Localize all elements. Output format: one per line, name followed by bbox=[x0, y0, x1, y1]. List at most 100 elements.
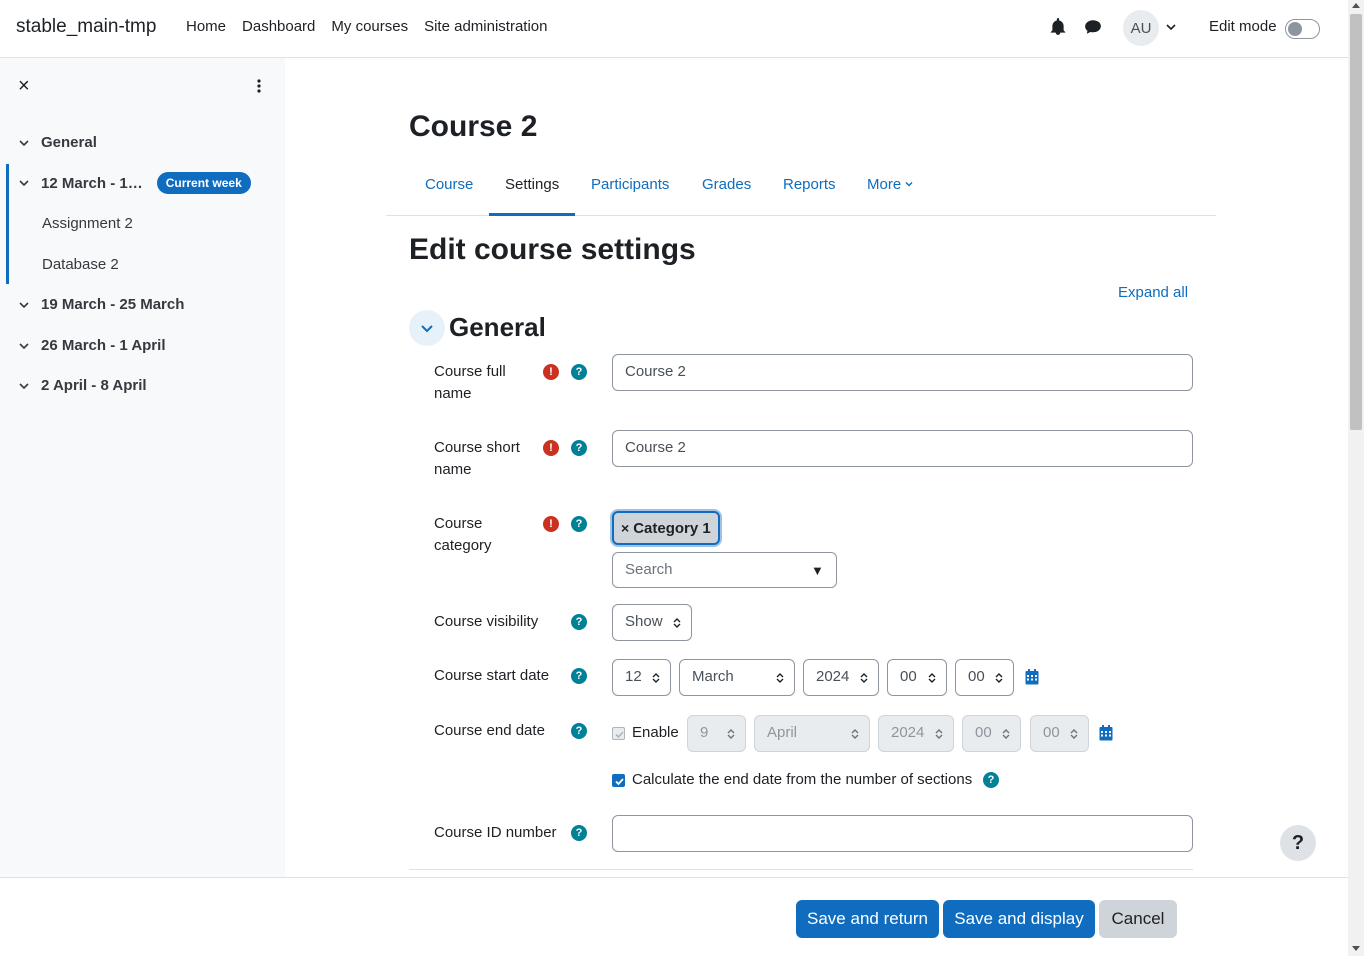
section-title: General bbox=[449, 312, 546, 342]
help-icon[interactable]: ? bbox=[571, 723, 587, 739]
kebab-menu-icon[interactable] bbox=[251, 78, 267, 94]
category-search-input[interactable]: Search bbox=[612, 552, 837, 588]
tab-more-label[interactable]: More bbox=[867, 176, 901, 193]
idnumber-input[interactable] bbox=[612, 815, 1193, 852]
label-line: Course short bbox=[434, 439, 520, 456]
select-value: March bbox=[692, 668, 734, 685]
cancel-button[interactable]: Cancel bbox=[1099, 900, 1177, 938]
primary-navigation: Home Dashboard My courses Site administr… bbox=[186, 18, 564, 35]
select-arrows-icon bbox=[652, 673, 660, 683]
calc-enddate-label: Calculate the end date from the number o… bbox=[632, 771, 973, 788]
save-and-return-button[interactable]: Save and return bbox=[796, 900, 939, 938]
fullname-input[interactable]: Course 2 bbox=[612, 354, 1193, 391]
tab-course[interactable]: Course bbox=[425, 176, 473, 193]
select-value: 00 bbox=[900, 668, 917, 685]
expand-all-link[interactable]: Expand all bbox=[1118, 284, 1188, 301]
chat-bubble-icon[interactable] bbox=[1084, 18, 1102, 36]
enddate-year-select[interactable]: 2024 bbox=[878, 715, 954, 752]
form-divider bbox=[409, 869, 1193, 870]
enddate-month-select[interactable]: April bbox=[754, 715, 870, 752]
label-line: Course bbox=[434, 515, 483, 532]
select-value: Show bbox=[625, 613, 663, 630]
remove-icon[interactable]: × bbox=[621, 520, 629, 536]
startdate-minute-select[interactable]: 00 bbox=[955, 659, 1014, 696]
startdate-year-select[interactable]: 2024 bbox=[803, 659, 879, 696]
chevron-down-icon[interactable] bbox=[18, 340, 30, 352]
enddate-enable-checkbox[interactable] bbox=[612, 727, 625, 740]
shortname-label: Course short name bbox=[434, 437, 520, 481]
chevron-down-icon[interactable] bbox=[18, 177, 30, 189]
calc-enddate-checkbox[interactable] bbox=[612, 774, 625, 787]
chevron-down-icon[interactable] bbox=[18, 137, 30, 149]
tab-settings[interactable]: Settings bbox=[505, 176, 559, 193]
scrollbar-thumb[interactable] bbox=[1350, 14, 1362, 430]
nav-my-courses[interactable]: My courses bbox=[331, 18, 408, 35]
help-icon[interactable]: ? bbox=[571, 668, 587, 684]
select-arrows-icon bbox=[673, 618, 681, 628]
idnumber-label: Course ID number bbox=[434, 824, 557, 841]
tab-grades[interactable]: Grades bbox=[702, 176, 751, 193]
select-arrows-icon bbox=[1002, 729, 1010, 739]
course-index-section-26-march[interactable]: 26 March - 1 April bbox=[18, 337, 165, 354]
help-icon[interactable]: ? bbox=[983, 772, 999, 788]
avatar[interactable]: AU bbox=[1123, 10, 1159, 46]
course-index-item-database[interactable]: Database 2 bbox=[42, 256, 119, 273]
startdate-day-select[interactable]: 12 bbox=[612, 659, 671, 696]
select-value: April bbox=[767, 724, 798, 741]
chevron-down-icon[interactable] bbox=[18, 299, 30, 311]
chevron-down-icon[interactable] bbox=[904, 179, 914, 189]
course-index-item-assignment[interactable]: Assignment 2 bbox=[42, 215, 133, 232]
chevron-down-icon[interactable] bbox=[419, 320, 435, 336]
close-icon[interactable]: × bbox=[18, 76, 30, 96]
section-label[interactable]: General bbox=[41, 134, 97, 151]
chevron-down-icon[interactable] bbox=[1165, 20, 1177, 32]
visibility-select[interactable]: Show bbox=[612, 604, 692, 641]
bell-icon[interactable] bbox=[1049, 18, 1067, 36]
shortname-input[interactable]: Course 2 bbox=[612, 430, 1193, 467]
help-icon[interactable]: ? bbox=[571, 364, 587, 380]
startdate-month-select[interactable]: March bbox=[679, 659, 795, 696]
section-label[interactable]: 12 March - 1… bbox=[41, 175, 143, 192]
label-line: name bbox=[434, 461, 472, 478]
section-label[interactable]: 26 March - 1 April bbox=[41, 337, 165, 354]
label-line: Course full bbox=[434, 363, 506, 380]
tab-more[interactable]: More bbox=[867, 176, 914, 193]
section-label[interactable]: 2 April - 8 April bbox=[41, 377, 147, 394]
site-name[interactable]: stable_main-tmp bbox=[16, 16, 156, 38]
select-value: 12 bbox=[625, 668, 642, 685]
course-index-section-current-week[interactable]: 12 March - 1… Current week bbox=[18, 172, 251, 194]
selected-category-chip[interactable]: × Category 1 bbox=[612, 511, 720, 545]
course-index-section-general[interactable]: General bbox=[18, 134, 97, 151]
help-icon[interactable]: ? bbox=[571, 440, 587, 456]
tab-reports[interactable]: Reports bbox=[783, 176, 836, 193]
edit-mode-toggle[interactable] bbox=[1285, 19, 1320, 39]
tab-participants[interactable]: Participants bbox=[591, 176, 669, 193]
required-icon: ! bbox=[543, 364, 559, 380]
startdate-hour-select[interactable]: 00 bbox=[887, 659, 947, 696]
calendar-icon[interactable] bbox=[1025, 669, 1039, 685]
dropdown-caret-icon[interactable]: ▼ bbox=[811, 563, 824, 578]
save-and-display-button[interactable]: Save and display bbox=[943, 900, 1095, 938]
help-icon[interactable]: ? bbox=[571, 614, 587, 630]
calendar-icon[interactable] bbox=[1099, 725, 1113, 741]
help-icon[interactable]: ? bbox=[571, 516, 587, 532]
enddate-hour-select[interactable]: 00 bbox=[962, 715, 1021, 752]
enddate-day-select[interactable]: 9 bbox=[687, 715, 746, 752]
select-value: 2024 bbox=[816, 668, 850, 685]
scroll-down-arrow-icon[interactable] bbox=[1352, 946, 1360, 951]
course-index-section-2-april[interactable]: 2 April - 8 April bbox=[18, 377, 147, 394]
enddate-minute-select[interactable]: 00 bbox=[1030, 715, 1089, 752]
scroll-up-arrow-icon[interactable] bbox=[1352, 3, 1360, 8]
section-collapse-toggle[interactable] bbox=[409, 310, 445, 346]
select-arrows-icon bbox=[1070, 729, 1078, 739]
nav-dashboard[interactable]: Dashboard bbox=[242, 18, 315, 35]
chevron-down-icon[interactable] bbox=[18, 380, 30, 392]
question-help-button[interactable]: ? bbox=[1280, 825, 1316, 861]
visibility-label: Course visibility bbox=[434, 613, 539, 630]
nav-home[interactable]: Home bbox=[186, 18, 226, 35]
help-icon[interactable]: ? bbox=[571, 825, 587, 841]
section-label[interactable]: 19 March - 25 March bbox=[41, 296, 184, 313]
course-index-section-19-march[interactable]: 19 March - 25 March bbox=[18, 296, 184, 313]
nav-site-administration[interactable]: Site administration bbox=[424, 18, 547, 35]
select-arrows-icon bbox=[860, 673, 868, 683]
